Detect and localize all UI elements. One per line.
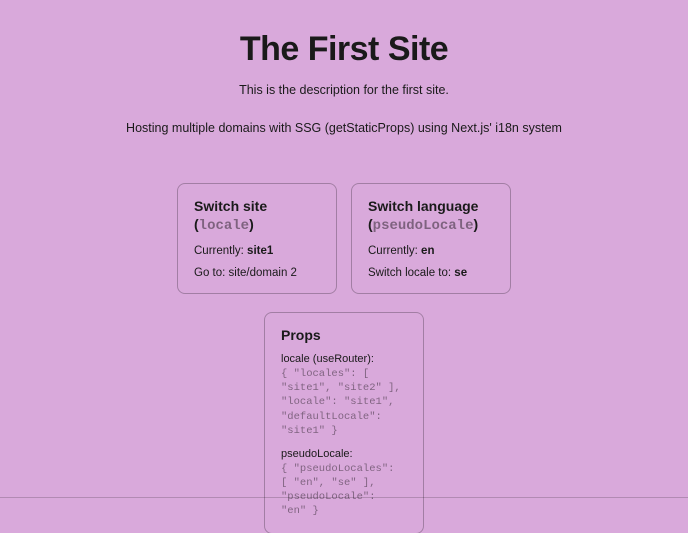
lang-switch-label: Switch locale to:	[368, 267, 454, 279]
switch-language-card: Switch language (pseudoLocale) Currently…	[351, 183, 511, 294]
switch-language-heading-suffix: )	[474, 216, 479, 232]
props-pseudo-label: pseudoLocale:	[281, 448, 407, 460]
props-card: Props locale (useRouter): { "locales": […	[264, 312, 424, 533]
page-description: This is the description for the first si…	[239, 83, 449, 97]
lang-switch-value: se	[454, 267, 467, 279]
props-pseudo-json: { "pseudoLocales": [ "en", "se" ], "pseu…	[281, 462, 407, 519]
switch-site-heading-suffix: )	[249, 216, 254, 232]
switch-site-heading: Switch site (locale)	[194, 198, 320, 235]
lang-currently-label: Currently:	[368, 245, 421, 257]
switch-language-heading: Switch language (pseudoLocale)	[368, 198, 494, 235]
page-subtitle: Hosting multiple domains with SSG (getSt…	[126, 121, 562, 135]
switch-site-card: Switch site (locale) Currently: site1 Go…	[177, 183, 337, 294]
site-goto-label: Go to:	[194, 267, 229, 279]
lang-currently: Currently: en	[368, 245, 494, 257]
site-goto-link[interactable]: Go to: site/domain 2	[194, 267, 320, 279]
props-locale-label: locale (useRouter):	[281, 353, 407, 365]
pseudolocale-code: pseudoLocale	[373, 218, 474, 234]
site-currently: Currently: site1	[194, 245, 320, 257]
site-currently-value: site1	[247, 245, 273, 257]
cards-row: Switch site (locale) Currently: site1 Go…	[177, 183, 511, 294]
locale-code: locale	[199, 218, 249, 234]
footer-divider	[0, 497, 688, 498]
page-title: The First Site	[240, 30, 448, 69]
site-goto-value: site/domain 2	[229, 267, 297, 279]
props-heading: Props	[281, 327, 407, 343]
lang-currently-value: en	[421, 245, 434, 257]
props-locale-json: { "locales": [ "site1", "site2" ], "loca…	[281, 367, 407, 438]
lang-switch-link[interactable]: Switch locale to: se	[368, 267, 494, 279]
site-currently-label: Currently:	[194, 245, 247, 257]
